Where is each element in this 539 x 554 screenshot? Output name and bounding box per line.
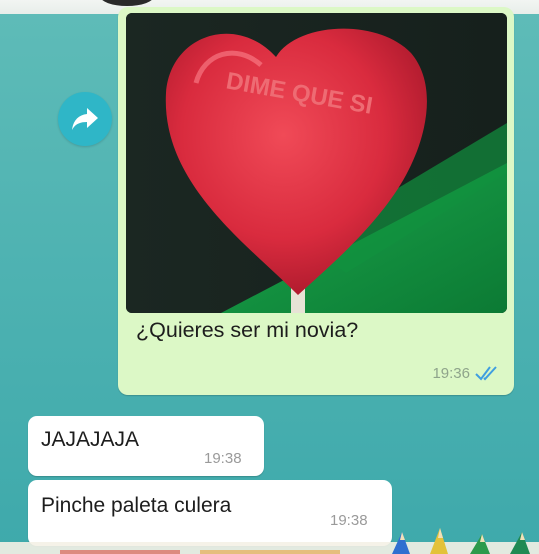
incoming-message[interactable]: JAJAJAJA 19:38 <box>28 416 264 476</box>
outgoing-message[interactable]: DIME QUE SI ¿Quieres ser mi novia? 19:36 <box>118 7 514 395</box>
message-time: 19:38 <box>204 450 242 467</box>
lollipop-photo[interactable]: DIME QUE SI <box>126 13 507 313</box>
message-time: 19:36 <box>432 365 470 382</box>
message-caption: ¿Quieres ser mi novia? <box>136 318 359 342</box>
double-check-icon <box>475 366 497 381</box>
colored-pencils-decoration <box>0 528 539 554</box>
forward-arrow-icon <box>72 108 98 130</box>
forward-button[interactable] <box>58 92 112 146</box>
message-text: JAJAJAJA <box>41 428 140 451</box>
